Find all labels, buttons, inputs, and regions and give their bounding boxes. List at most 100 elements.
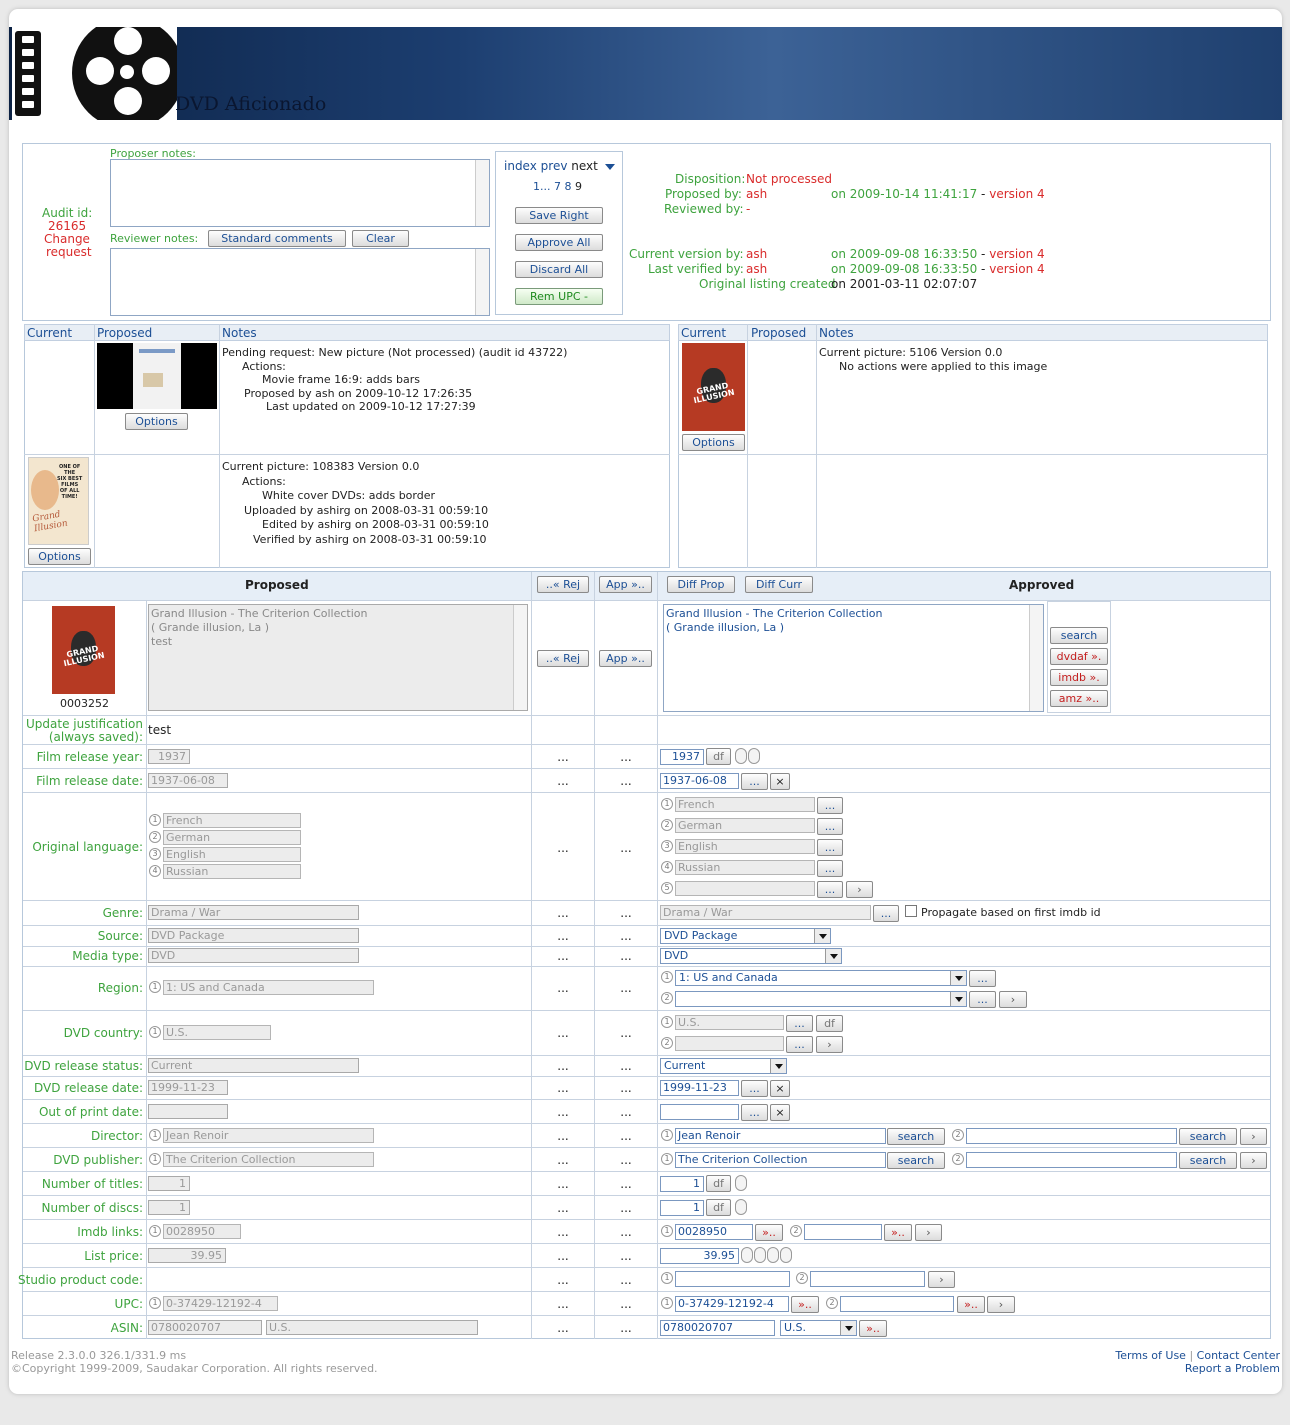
director-1-search[interactable]: search [887,1128,945,1145]
upc-add-button[interactable]: › [987,1296,1015,1313]
film-date-clear-button[interactable]: × [770,773,790,790]
media-select[interactable]: DVD [660,948,842,964]
country-2-input[interactable] [675,1036,784,1051]
old-cover-thumb[interactable]: ONE OF THE SIX BEST FILMS OF ALL TIME! Grand … [28,457,89,545]
approve-titles[interactable]: ... [616,1177,636,1191]
cover-image[interactable]: GRAND ILLUSION [52,606,115,694]
director-2-input[interactable] [966,1128,1177,1144]
approve-media[interactable]: ... [616,949,636,963]
discs-df-button[interactable]: df [706,1199,731,1216]
oop-clear-button[interactable]: × [770,1104,790,1121]
approve-genre[interactable]: ... [616,906,636,920]
titles-spinner[interactable] [735,1175,747,1191]
lang-3-picker[interactable]: ... [817,839,843,856]
price-spinner-2[interactable] [754,1247,766,1263]
reject-oop[interactable]: ... [553,1105,573,1119]
price-spinner-3[interactable] [767,1247,779,1263]
approve-discs[interactable]: ... [616,1201,636,1215]
approve-dvd-date[interactable]: ... [616,1081,636,1095]
genre-picker[interactable]: ... [873,905,899,922]
current-cover-thumb[interactable]: GRAND ILLUSION [682,343,745,431]
dvdaf-link-button[interactable]: dvdaf ». [1050,648,1108,665]
approve-lang[interactable]: ... [616,841,636,855]
reject-lang[interactable]: ... [553,841,573,855]
site-logo[interactable] [12,27,177,120]
asin-input[interactable]: 0780020707 [660,1320,775,1336]
titles-input[interactable]: 1 [660,1176,704,1192]
region-add-button[interactable]: › [999,991,1027,1008]
approve-all-field-button[interactable]: App ».. [599,576,652,593]
search-title-button[interactable]: search [1050,627,1108,644]
year-up-spinner[interactable] [748,748,760,764]
country-add-button[interactable]: › [816,1036,843,1053]
approve-imdb[interactable]: ... [616,1225,636,1239]
dvd-date-input[interactable]: 1999-11-23 [660,1080,739,1096]
rem-upc-button[interactable]: Rem UPC - [515,288,603,305]
year-down-spinner[interactable] [735,748,747,764]
reject-release-status[interactable]: ... [553,1059,573,1073]
discs-input[interactable]: 1 [660,1200,704,1216]
reject-director[interactable]: ... [553,1129,573,1143]
imdb-2-link[interactable]: ».. [884,1224,912,1241]
genre-input[interactable]: Drama / War [660,905,871,920]
clear-button[interactable]: Clear [352,230,409,247]
studio-2-input[interactable] [810,1271,925,1287]
options-button-right[interactable]: Options [682,434,745,451]
reject-publisher[interactable]: ... [553,1153,573,1167]
reject-asin[interactable]: ... [553,1321,573,1335]
approve-film-year[interactable]: ... [616,750,636,764]
publisher-1-input[interactable]: The Criterion Collection [675,1152,886,1168]
reject-dvd-date[interactable]: ... [553,1081,573,1095]
titles-df-button[interactable]: df [706,1175,731,1192]
film-date-calendar-button[interactable]: ... [741,773,768,790]
page-link-8[interactable]: 8 [565,180,572,193]
reject-imdb[interactable]: ... [553,1225,573,1239]
discs-spinner[interactable] [735,1199,747,1215]
lang-4-picker[interactable]: ... [817,860,843,877]
reject-genre[interactable]: ... [553,906,573,920]
film-year-df-button[interactable]: df [706,748,731,765]
imdb-add-button[interactable]: › [915,1224,942,1241]
asin-country-select[interactable]: U.S. [780,1320,857,1336]
proposed-picture-thumb[interactable] [97,343,217,409]
reject-country[interactable]: ... [553,1026,573,1040]
reject-all-button[interactable]: ..« Rej [537,576,589,593]
approve-director[interactable]: ... [616,1129,636,1143]
lang-5-picker[interactable]: ... [817,881,843,898]
oop-calendar-button[interactable]: ... [741,1104,768,1121]
approve-release-status[interactable]: ... [616,1059,636,1073]
prev-link[interactable]: prev [541,159,568,173]
reject-price[interactable]: ... [553,1249,573,1263]
update-justification-value[interactable]: test [148,723,171,737]
options-button-proposed[interactable]: Options [125,413,188,430]
reject-upc[interactable]: ... [553,1297,573,1311]
studio-1-input[interactable] [675,1271,790,1287]
release-status-select[interactable]: Current [660,1058,787,1074]
page-link-7[interactable]: 7 [554,180,561,193]
source-select[interactable]: DVD Package [660,928,831,944]
approve-source[interactable]: ... [616,929,636,943]
price-spinner-4[interactable] [780,1247,792,1263]
contact-link[interactable]: Contact Center [1197,1349,1280,1362]
region-2-select[interactable] [675,991,967,1007]
reject-title-button[interactable]: ..« Rej [537,650,589,667]
country-2-picker[interactable]: ... [786,1036,813,1053]
imdb-1-link[interactable]: ».. [755,1224,783,1241]
oop-date-input[interactable] [660,1104,739,1120]
lang-2-picker[interactable]: ... [817,818,843,835]
price-spinner-1[interactable] [741,1247,753,1263]
standard-comments-button[interactable]: Standard comments [208,230,346,247]
approve-upc[interactable]: ... [616,1297,636,1311]
upc-2-input[interactable] [840,1296,954,1312]
reject-titles[interactable]: ... [553,1177,573,1191]
dvd-date-calendar-button[interactable]: ... [741,1080,768,1097]
approve-title-button[interactable]: App ».. [599,650,652,667]
dvd-date-clear-button[interactable]: × [770,1080,790,1097]
chevron-down-icon[interactable] [604,164,615,170]
amz-link-button[interactable]: amz ».. [1050,690,1108,707]
next-link[interactable]: next [571,159,598,173]
asin-link[interactable]: ».. [859,1320,887,1337]
lang-add-button[interactable]: › [846,881,873,898]
publisher-add-button[interactable]: › [1240,1152,1267,1169]
index-link[interactable]: index [504,159,537,173]
